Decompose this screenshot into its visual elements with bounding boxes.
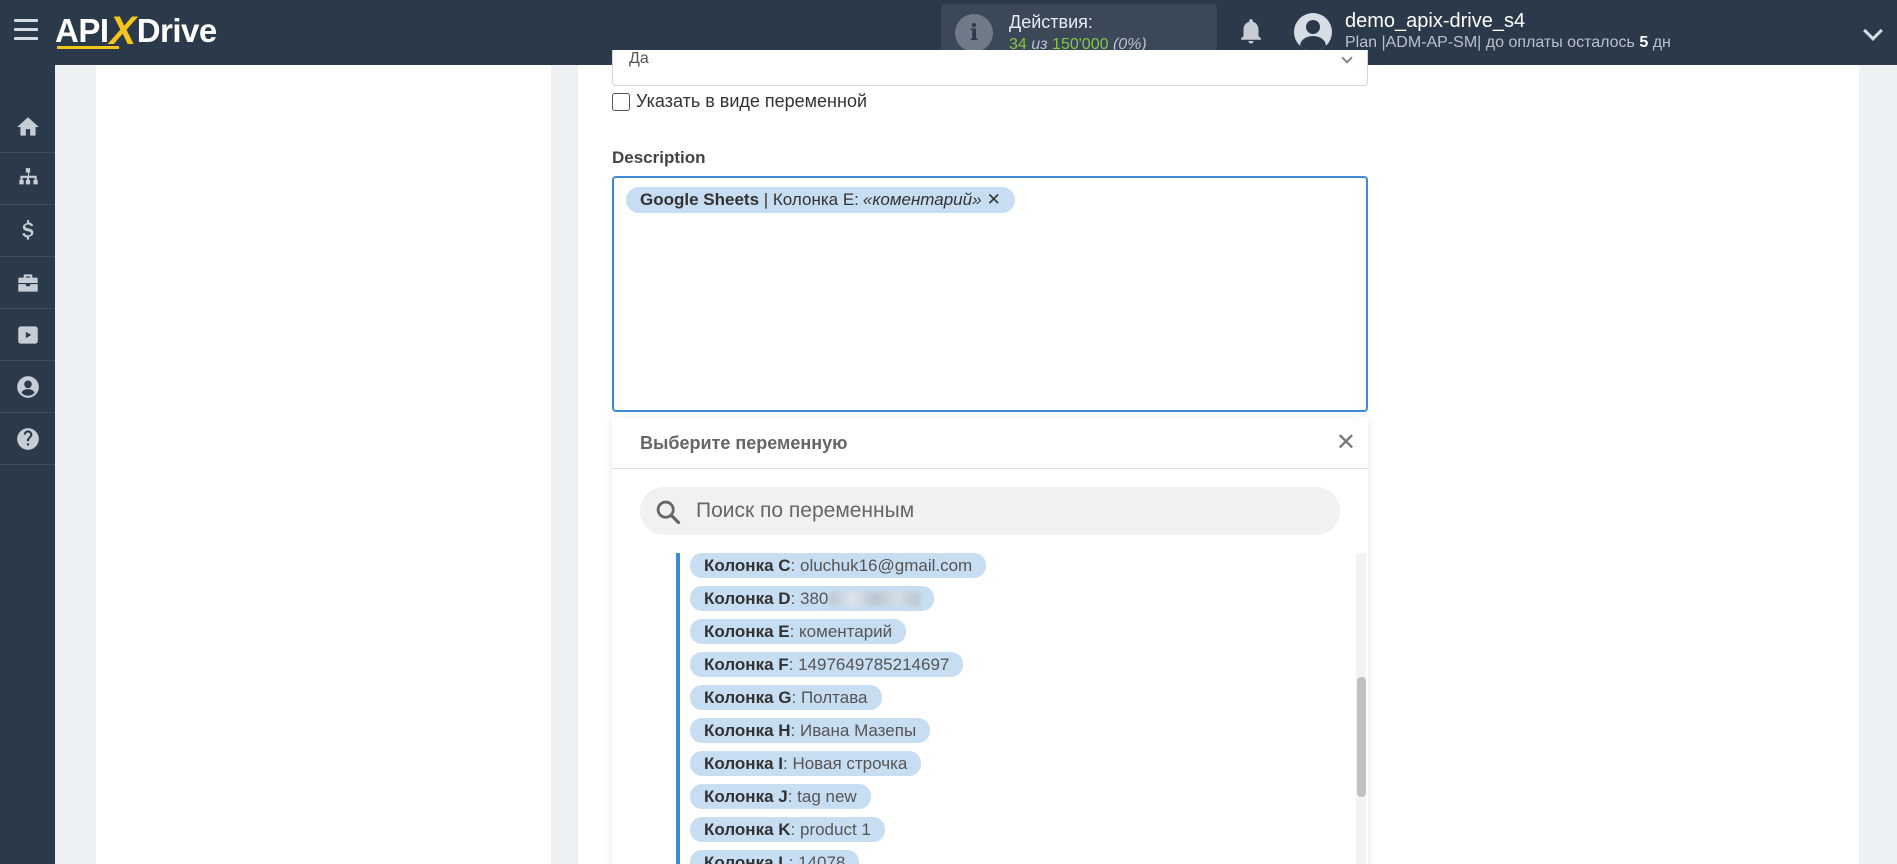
dollar-icon (21, 219, 33, 240)
chevron-down-icon (1341, 52, 1353, 64)
scrollbar-thumb[interactable] (1357, 677, 1366, 797)
variable-list: Колонка C: oluchuk16@gmail.com Колонка D… (676, 553, 1316, 864)
variable-checkbox-row[interactable]: Указать в виде переменной (612, 91, 867, 112)
description-tag[interactable]: Google Sheets | Колонка E: «коментарий» ✕ (626, 187, 1015, 213)
list-item[interactable]: Колонка D: 380 (690, 586, 935, 611)
redacted-phone (830, 591, 921, 606)
home-icon (16, 116, 39, 136)
user-avatar[interactable] (1294, 13, 1332, 51)
sidebar-item-profile[interactable] (0, 361, 55, 413)
user-name[interactable]: demo_apix-drive_s4 (1345, 10, 1525, 33)
top-select-value: Да (629, 50, 649, 67)
user-plan: Plan |ADM-AP-SM| до оплаты осталось 5 дн (1345, 34, 1671, 51)
list-item[interactable]: Колонка G: Полтава (690, 685, 882, 710)
chevron-down-icon[interactable] (1863, 21, 1883, 41)
variable-picker-header: Выберите переменную ✕ (612, 418, 1368, 469)
apix-drive-logo[interactable]: API X Drive (55, 9, 217, 53)
sidebar-item-help[interactable] (0, 413, 55, 465)
user-icon (16, 375, 39, 398)
variable-checkbox-label: Указать в виде переменной (636, 91, 868, 111)
actions-label: Действия: (1009, 12, 1093, 32)
logo-text: API (55, 12, 109, 49)
search-icon (656, 500, 681, 525)
sidebar-item-video[interactable] (0, 309, 55, 361)
variable-picker-title: Выберите переменную (640, 433, 848, 453)
list-item[interactable]: Колонка H: Ивана Мазепы (690, 718, 931, 743)
description-field[interactable]: Google Sheets | Колонка E: «коментарий» ✕ (612, 176, 1368, 412)
list-item[interactable]: Колонка F: 1497649785214697 (690, 652, 964, 677)
youtube-icon (17, 325, 38, 344)
list-item[interactable]: Колонка I: Новая строчка (690, 751, 922, 776)
variable-search[interactable] (640, 487, 1340, 535)
list-item[interactable]: Колонка J: tag new (690, 784, 871, 809)
top-select[interactable]: Да (612, 50, 1368, 86)
sidebar-item-home[interactable] (0, 101, 55, 153)
variable-checkbox[interactable] (612, 92, 630, 111)
sidebar-item-tools[interactable] (0, 257, 55, 309)
sitemap-icon (18, 167, 38, 184)
panel-separator (551, 65, 578, 864)
variable-picker: Выберите переменную ✕ Колонка C: oluchuk… (612, 418, 1368, 864)
menu-icon[interactable] (14, 19, 38, 41)
left-panel (96, 65, 551, 864)
close-icon[interactable]: ✕ (1336, 428, 1356, 457)
sidebar-item-billing[interactable] (0, 205, 55, 257)
sidebar (0, 65, 55, 864)
list-item[interactable]: Колонка C: oluchuk16@gmail.com (690, 553, 987, 578)
list-item[interactable]: Колонка K: product 1 (690, 817, 885, 842)
info-icon: i (955, 14, 993, 52)
help-icon (16, 427, 39, 450)
list-item[interactable]: Колонка L: 14078 (690, 850, 860, 864)
remove-tag-icon[interactable]: ✕ (987, 190, 1001, 210)
briefcase-icon (17, 273, 38, 292)
description-label: Description (612, 148, 706, 167)
logo-suffix: Drive (136, 12, 218, 49)
bell-icon[interactable] (1236, 16, 1266, 46)
list-item[interactable]: Колонка E: коментарий (690, 619, 907, 644)
sidebar-item-connections[interactable] (0, 153, 55, 205)
variable-search-input[interactable] (696, 495, 1316, 527)
